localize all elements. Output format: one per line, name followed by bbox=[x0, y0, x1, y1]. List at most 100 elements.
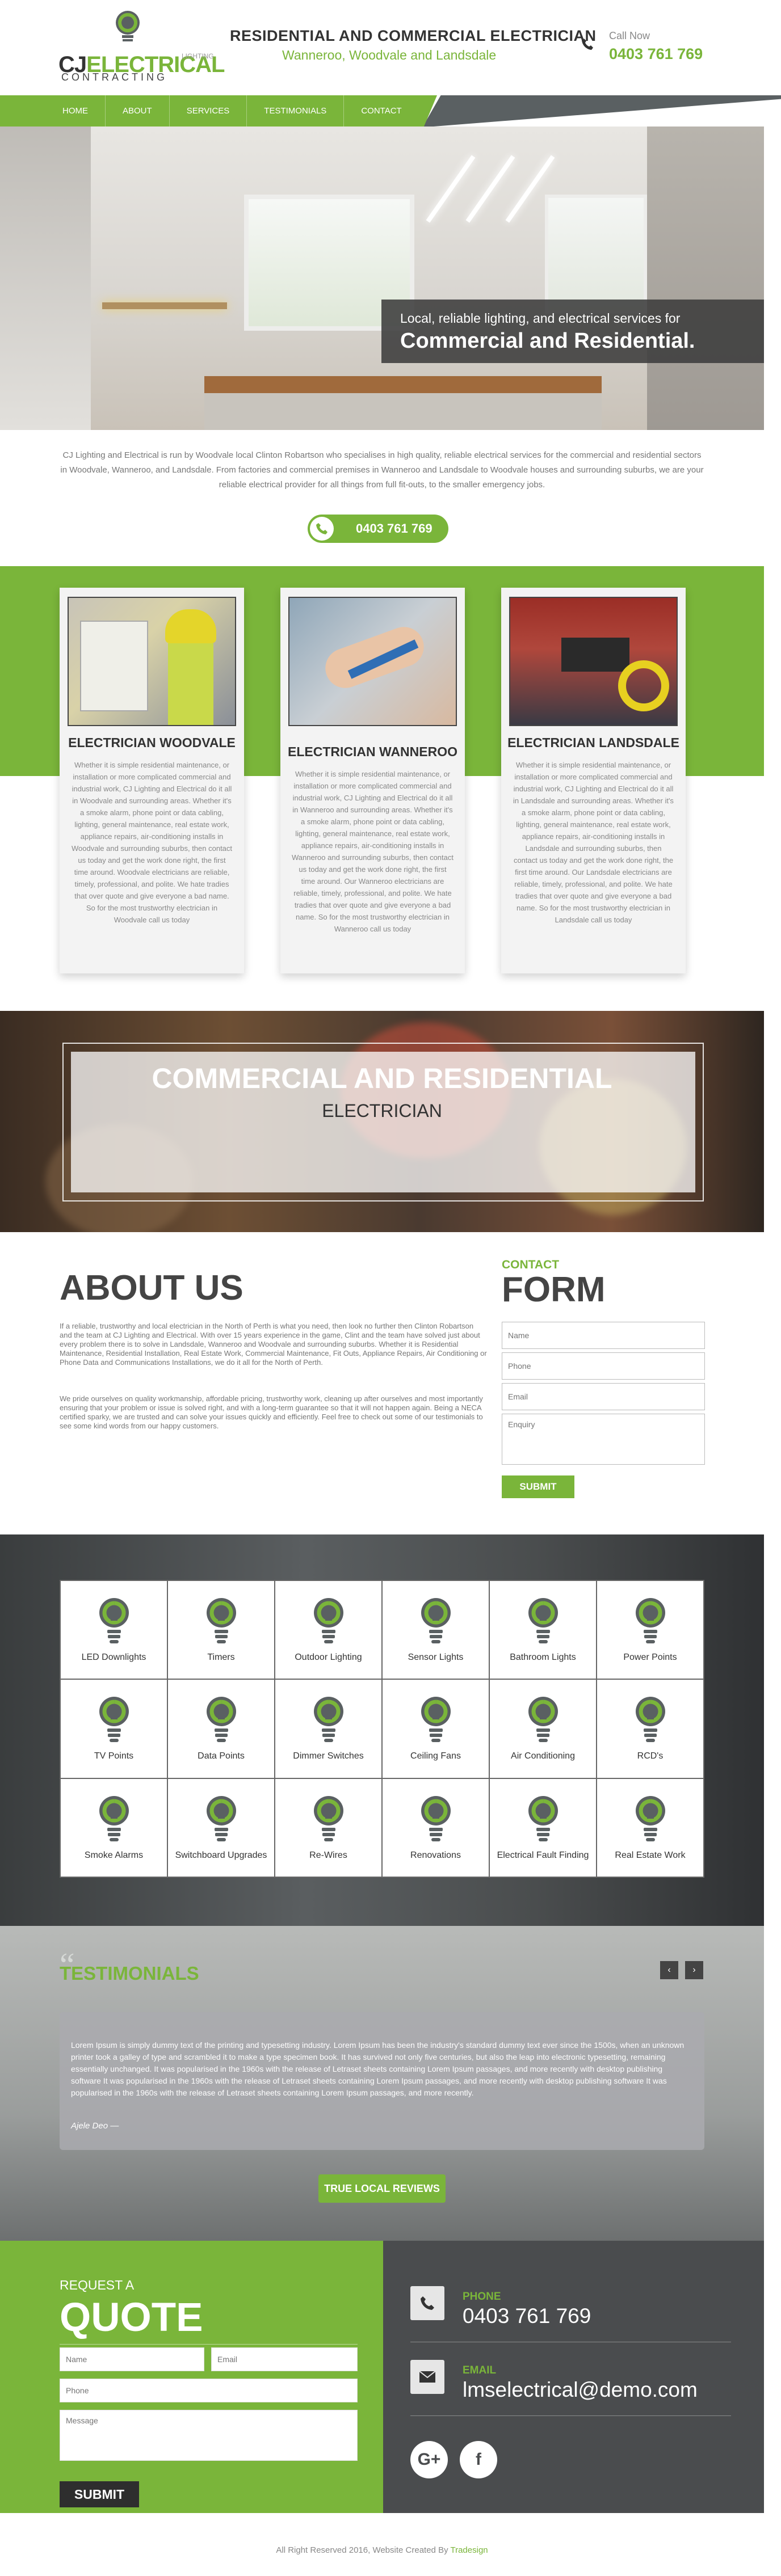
contact-enquiry-field[interactable] bbox=[502, 1414, 705, 1465]
hero-ceiling-light bbox=[465, 155, 515, 223]
service-grid-label: Sensor Lights bbox=[408, 1652, 464, 1663]
contact-phone-field[interactable] bbox=[502, 1352, 705, 1380]
bulb-icon bbox=[421, 1697, 451, 1743]
service-grid-item[interactable]: Switchboard Upgrades bbox=[168, 1778, 274, 1877]
contact-info-section: PHONE 0403 761 769 EMAIL lmselectrical@d… bbox=[383, 2241, 764, 2513]
service-grid-item[interactable]: LED Downlights bbox=[61, 1581, 167, 1679]
service-grid-item[interactable]: Re-Wires bbox=[275, 1778, 381, 1877]
quote-submit-button[interactable]: SUBMIT bbox=[60, 2481, 139, 2507]
service-grid-label: Data Points bbox=[198, 1751, 245, 1761]
testimonial-card: Lorem Ipsum is simply dummy text of the … bbox=[60, 2012, 704, 2150]
intro-phone-button[interactable]: 0403 761 769 bbox=[308, 515, 448, 543]
service-grid-item[interactable]: Renovations bbox=[383, 1778, 489, 1877]
service-grid-item[interactable]: Real Estate Work bbox=[597, 1778, 703, 1877]
hero-right-wall bbox=[647, 127, 764, 430]
service-grid-label: Electrical Fault Finding bbox=[497, 1850, 589, 1860]
phone-icon bbox=[316, 523, 327, 534]
service-grid-item[interactable]: Timers bbox=[168, 1581, 274, 1679]
logo-tagline: CONTRACTING bbox=[61, 71, 167, 83]
bulb-icon bbox=[206, 1795, 236, 1841]
quote-phone-field[interactable] bbox=[60, 2379, 358, 2402]
site-header: CJELECTRICAL CONTRACTING LIGHTING RESIDE… bbox=[0, 0, 781, 95]
service-grid-item[interactable]: Electrical Fault Finding bbox=[490, 1778, 596, 1877]
service-grid-item[interactable]: Sensor Lights bbox=[383, 1581, 489, 1679]
service-grid-item[interactable]: Air Conditioning bbox=[490, 1680, 596, 1778]
switchboard-shape bbox=[80, 621, 148, 711]
nav-item-home[interactable]: HOME bbox=[45, 95, 106, 127]
service-grid-label: Dimmer Switches bbox=[293, 1751, 364, 1761]
service-grid-label: Ceiling Fans bbox=[410, 1751, 461, 1761]
quote-name-field[interactable] bbox=[60, 2347, 204, 2371]
hero-ceiling-light bbox=[426, 155, 476, 223]
bulb-icon bbox=[313, 1697, 343, 1743]
footer-credit-link[interactable]: Tradesign bbox=[450, 2545, 488, 2555]
header-phone-link[interactable]: 0403 761 769 bbox=[609, 45, 703, 63]
quote-section: REQUEST A QUOTE SUBMIT bbox=[0, 2241, 383, 2513]
service-grid-label: Real Estate Work bbox=[615, 1850, 686, 1860]
quote-divider bbox=[60, 2344, 358, 2345]
service-grid-item[interactable]: Power Points bbox=[597, 1581, 703, 1679]
service-grid-label: Smoke Alarms bbox=[84, 1850, 144, 1860]
services-section: ELECTRICIAN WOODVALE Whether it is simpl… bbox=[0, 566, 764, 1003]
phone-value[interactable]: 0403 761 769 bbox=[463, 2304, 591, 2328]
service-card-woodvale: ELECTRICIAN WOODVALE Whether it is simpl… bbox=[60, 588, 244, 973]
hero-banner: Local, reliable lighting, and electrical… bbox=[0, 127, 764, 430]
bulb-icon bbox=[528, 1598, 558, 1644]
email-value[interactable]: lmselectrical@demo.com bbox=[463, 2378, 698, 2402]
service-card-image bbox=[68, 597, 236, 726]
service-grid-item[interactable]: Outdoor Lighting bbox=[275, 1581, 381, 1679]
true-local-reviews-button[interactable]: TRUE LOCAL REVIEWS bbox=[318, 2174, 446, 2203]
nav-item-services[interactable]: SERVICES bbox=[170, 95, 247, 127]
main-nav: HOME ABOUT SERVICES TESTIMONIALS CONTACT bbox=[0, 95, 781, 127]
quote-email-field[interactable] bbox=[211, 2347, 358, 2371]
bulb-icon bbox=[206, 1697, 236, 1743]
banner-subheading: ELECTRICIAN bbox=[322, 1101, 442, 1121]
testimonial-next-button[interactable]: › bbox=[685, 1961, 703, 1979]
phone-icon bbox=[582, 39, 593, 50]
bulb-icon bbox=[635, 1697, 665, 1743]
quote-message-field[interactable] bbox=[60, 2410, 358, 2461]
intro-text: CJ Lighting and Electrical is run by Woo… bbox=[60, 450, 704, 490]
about-title: ABOUT US bbox=[60, 1268, 243, 1308]
contact-submit-button[interactable]: SUBMIT bbox=[502, 1475, 574, 1498]
service-grid-item[interactable]: Ceiling Fans bbox=[383, 1680, 489, 1778]
nav-item-contact[interactable]: CONTACT bbox=[344, 95, 418, 127]
tool-belt-shape bbox=[561, 638, 629, 672]
phone-icon-circle bbox=[310, 517, 334, 541]
bulb-icon bbox=[421, 1795, 451, 1841]
contact-name-field[interactable] bbox=[502, 1322, 705, 1349]
phone-label: PHONE bbox=[463, 2291, 501, 2303]
hero-shower-wall bbox=[0, 127, 91, 430]
service-grid-label: Renovations bbox=[410, 1850, 461, 1860]
contact-email-field[interactable] bbox=[502, 1383, 705, 1410]
nav-item-testimonials[interactable]: TESTIMONIALS bbox=[247, 95, 345, 127]
testimonials-title: TESTIMONIALS bbox=[60, 1963, 199, 1984]
phone-icon bbox=[410, 2286, 444, 2320]
facebook-icon[interactable]: f bbox=[460, 2441, 497, 2478]
testimonial-author-name: Ajele Deo bbox=[71, 2121, 108, 2131]
testimonial-prev-button[interactable]: ‹ bbox=[660, 1961, 678, 1979]
envelope-icon-glyph bbox=[419, 2371, 436, 2383]
logo-small-text: LIGHTING bbox=[182, 52, 214, 60]
service-grid-item[interactable]: Smoke Alarms bbox=[61, 1778, 167, 1877]
contact-divider bbox=[410, 2415, 731, 2416]
email-label: EMAIL bbox=[463, 2364, 497, 2376]
nav-accent-bar bbox=[423, 95, 781, 127]
call-now-label: Call Now bbox=[609, 30, 650, 41]
service-grid-item[interactable]: RCD's bbox=[597, 1680, 703, 1778]
service-grid-label: Switchboard Upgrades bbox=[175, 1850, 267, 1860]
service-grid-item[interactable]: TV Points bbox=[61, 1680, 167, 1778]
hard-hat-shape bbox=[165, 609, 216, 643]
google-plus-icon[interactable]: G+ bbox=[410, 2441, 448, 2478]
bulb-icon bbox=[313, 1795, 343, 1841]
service-grid-item[interactable]: Data Points bbox=[168, 1680, 274, 1778]
service-card-title: ELECTRICIAN WANNEROO bbox=[288, 744, 457, 759]
header-title: RESIDENTIAL AND COMMERCIAL ELECTRICIAN bbox=[230, 27, 597, 44]
bulb-icon bbox=[421, 1598, 451, 1644]
service-grid-item[interactable]: Bathroom Lights bbox=[490, 1581, 596, 1679]
bulb-icon bbox=[635, 1598, 665, 1644]
phone-icon-glyph bbox=[421, 2296, 434, 2310]
service-card-title: ELECTRICIAN WOODVALE bbox=[68, 735, 236, 750]
service-grid-item[interactable]: Dimmer Switches bbox=[275, 1680, 381, 1778]
nav-item-about[interactable]: ABOUT bbox=[106, 95, 170, 127]
